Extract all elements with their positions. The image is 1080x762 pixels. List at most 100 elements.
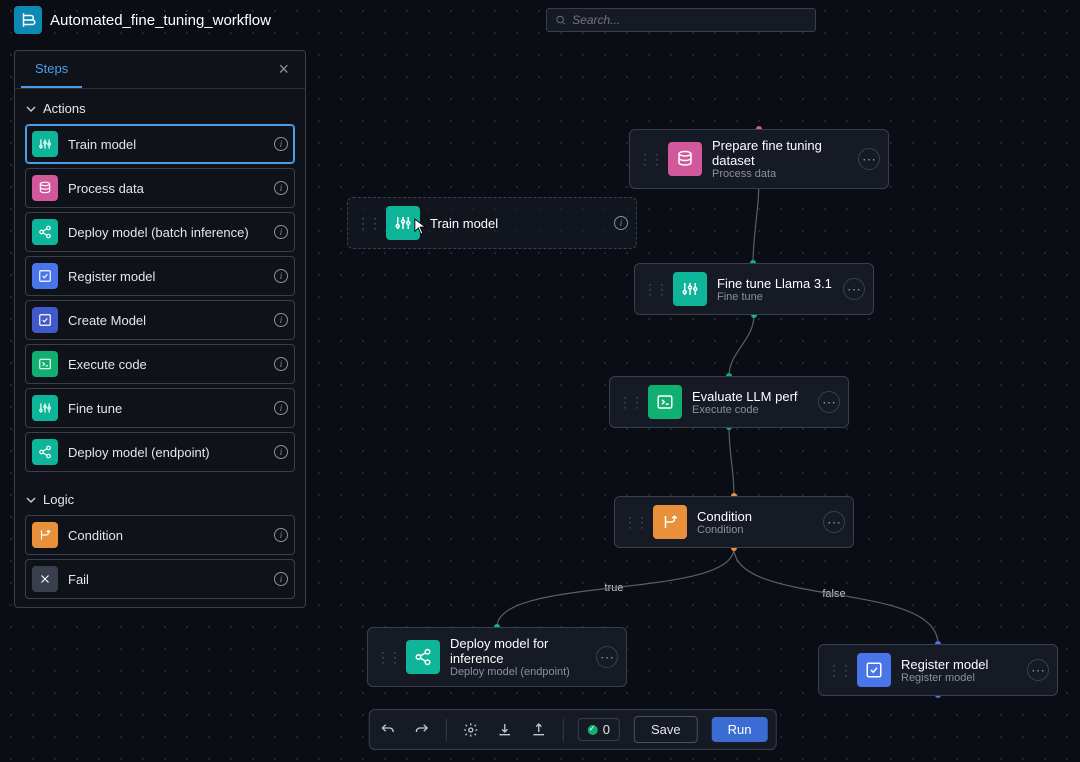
node-subtitle: Deploy model (endpoint) bbox=[450, 666, 586, 678]
node-subtitle: Execute code bbox=[692, 404, 808, 416]
step-item-execute-code[interactable]: Execute code i bbox=[25, 344, 295, 384]
page-title: Automated_fine_tuning_workflow bbox=[50, 12, 271, 29]
step-item-create-model[interactable]: Create Model i bbox=[25, 300, 295, 340]
share-icon bbox=[32, 439, 58, 465]
info-icon[interactable]: i bbox=[274, 572, 288, 586]
step-item-condition[interactable]: Condition i bbox=[25, 515, 295, 555]
share-icon bbox=[32, 219, 58, 245]
chevron-down-icon bbox=[25, 103, 37, 115]
info-icon[interactable]: i bbox=[274, 445, 288, 459]
branch-icon bbox=[32, 522, 58, 548]
node-drag[interactable]: ⋮⋮ Train model i bbox=[347, 197, 637, 249]
step-item-process-data[interactable]: Process data i bbox=[25, 168, 295, 208]
terminal-icon bbox=[648, 385, 682, 419]
search-icon bbox=[555, 14, 566, 26]
step-label: Fine tune bbox=[68, 401, 274, 416]
info-icon[interactable]: i bbox=[274, 528, 288, 542]
info-icon[interactable]: i bbox=[274, 401, 288, 415]
node-title: Fine tune Llama 3.1 bbox=[717, 276, 833, 291]
sliders-icon bbox=[32, 131, 58, 157]
node-n6[interactable]: ⋮⋮ Register model Register model ⋯ bbox=[818, 644, 1058, 696]
check-square-icon bbox=[32, 307, 58, 333]
node-n4[interactable]: ⋮⋮ Condition Condition ⋯ bbox=[614, 496, 854, 548]
node-title: Register model bbox=[901, 657, 1017, 672]
drag-handle-icon[interactable]: ⋮⋮ bbox=[827, 662, 851, 679]
node-subtitle: Register model bbox=[901, 672, 1017, 684]
database-icon bbox=[668, 142, 702, 176]
drag-handle-icon[interactable]: ⋮⋮ bbox=[643, 281, 667, 298]
info-icon[interactable]: i bbox=[274, 269, 288, 283]
step-item-train-model[interactable]: Train model i bbox=[25, 124, 295, 164]
header: Automated_fine_tuning_workflow bbox=[0, 0, 1080, 40]
sliders-icon bbox=[32, 395, 58, 421]
check-square-icon bbox=[857, 653, 891, 687]
run-button[interactable]: Run bbox=[712, 717, 768, 742]
close-sidebar-button[interactable]: × bbox=[268, 53, 299, 86]
node-subtitle: Condition bbox=[697, 524, 813, 536]
step-item-fail[interactable]: Fail i bbox=[25, 559, 295, 599]
undo-button[interactable] bbox=[378, 720, 398, 740]
info-icon[interactable]: i bbox=[274, 313, 288, 327]
drag-handle-icon[interactable]: ⋮⋮ bbox=[638, 151, 662, 168]
save-button[interactable]: Save bbox=[634, 716, 698, 743]
check-square-icon bbox=[32, 263, 58, 289]
mouse-cursor-icon bbox=[414, 218, 428, 236]
drag-handle-icon[interactable]: ⋮⋮ bbox=[376, 649, 400, 666]
info-icon[interactable]: i bbox=[274, 181, 288, 195]
node-n5[interactable]: ⋮⋮ Deploy model for inference Deploy mod… bbox=[367, 627, 627, 687]
settings-button[interactable] bbox=[461, 720, 481, 740]
download-button[interactable] bbox=[495, 720, 515, 740]
tab-steps[interactable]: Steps bbox=[21, 51, 82, 88]
step-label: Deploy model (endpoint) bbox=[68, 445, 274, 460]
node-menu-button[interactable]: ⋯ bbox=[823, 511, 845, 533]
export-button[interactable] bbox=[529, 720, 549, 740]
branch-icon bbox=[653, 505, 687, 539]
chevron-down-icon bbox=[25, 494, 37, 506]
step-item-deploy-model-endpoint-[interactable]: Deploy model (endpoint) i bbox=[25, 432, 295, 472]
node-menu-button[interactable]: ⋯ bbox=[818, 391, 840, 413]
search-input-wrapper[interactable] bbox=[546, 8, 816, 32]
info-icon[interactable]: i bbox=[274, 225, 288, 239]
sliders-icon bbox=[673, 272, 707, 306]
info-icon[interactable]: i bbox=[274, 137, 288, 151]
node-n1[interactable]: ⋮⋮ Prepare fine tuning dataset Process d… bbox=[629, 129, 889, 189]
step-label: Train model bbox=[68, 137, 274, 152]
search-input[interactable] bbox=[572, 13, 807, 27]
section-logic[interactable]: Logic bbox=[15, 480, 305, 515]
step-label: Register model bbox=[68, 269, 274, 284]
node-menu-button[interactable]: ⋯ bbox=[596, 646, 618, 668]
share-icon bbox=[406, 640, 440, 674]
error-count-badge: 0 bbox=[578, 718, 620, 741]
node-subtitle: Fine tune bbox=[717, 291, 833, 303]
step-item-register-model[interactable]: Register model i bbox=[25, 256, 295, 296]
step-label: Process data bbox=[68, 181, 274, 196]
bottom-toolbar: 0 Save Run bbox=[369, 709, 777, 750]
drag-handle-icon[interactable]: ⋮⋮ bbox=[623, 514, 647, 531]
step-item-deploy-model-batch-inference-[interactable]: Deploy model (batch inference) i bbox=[25, 212, 295, 252]
step-label: Condition bbox=[68, 528, 274, 543]
info-icon[interactable]: i bbox=[274, 357, 288, 371]
drag-handle-icon[interactable]: ⋮⋮ bbox=[618, 394, 642, 411]
node-title: Condition bbox=[697, 509, 813, 524]
node-title: Deploy model for inference bbox=[450, 636, 586, 666]
step-label: Deploy model (batch inference) bbox=[68, 225, 274, 240]
node-title: Prepare fine tuning dataset bbox=[712, 138, 848, 168]
node-menu-button[interactable]: ⋯ bbox=[843, 278, 865, 300]
step-label: Create Model bbox=[68, 313, 274, 328]
node-n2[interactable]: ⋮⋮ Fine tune Llama 3.1 Fine tune ⋯ bbox=[634, 263, 874, 315]
terminal-icon bbox=[32, 351, 58, 377]
node-subtitle: Process data bbox=[712, 168, 848, 180]
node-n3[interactable]: ⋮⋮ Evaluate LLM perf Execute code ⋯ bbox=[609, 376, 849, 428]
drag-handle-icon[interactable]: ⋮⋮ bbox=[356, 215, 380, 232]
step-label: Execute code bbox=[68, 357, 274, 372]
database-icon bbox=[32, 175, 58, 201]
section-actions[interactable]: Actions bbox=[15, 89, 305, 124]
check-icon bbox=[588, 725, 598, 735]
info-icon[interactable]: i bbox=[614, 216, 628, 230]
step-label: Fail bbox=[68, 572, 274, 587]
steps-sidebar: Steps × Actions Train model i Process da… bbox=[14, 50, 306, 608]
node-menu-button[interactable]: ⋯ bbox=[858, 148, 880, 170]
node-menu-button[interactable]: ⋯ bbox=[1027, 659, 1049, 681]
redo-button[interactable] bbox=[412, 720, 432, 740]
step-item-fine-tune[interactable]: Fine tune i bbox=[25, 388, 295, 428]
